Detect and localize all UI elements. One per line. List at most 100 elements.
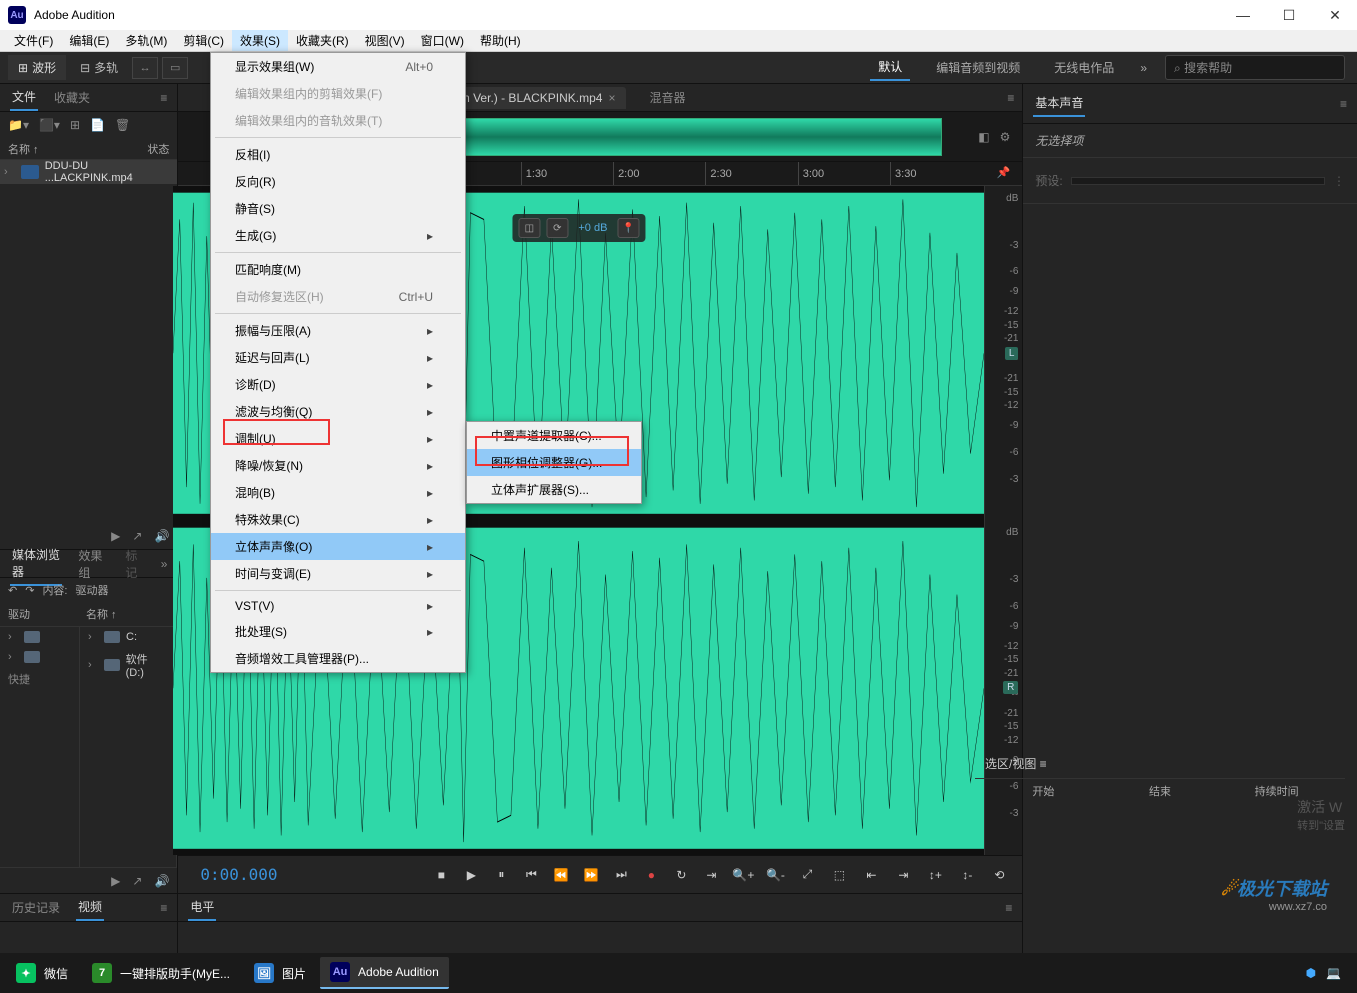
record-icon[interactable]: ⬛▾: [39, 118, 60, 132]
loop-button[interactable]: ↻: [670, 864, 692, 886]
hud-pitch-icon[interactable]: ⟳: [546, 218, 568, 238]
effects-menu-item[interactable]: VST(V)▸: [211, 594, 465, 618]
menu-view[interactable]: 视图(V): [357, 30, 413, 51]
sel-view-tab[interactable]: 选区/视图: [985, 757, 1036, 771]
timecode[interactable]: 0:00.000: [190, 865, 390, 884]
panel-menu-icon[interactable]: ≡: [160, 901, 167, 915]
menu-file[interactable]: 文件(F): [6, 30, 61, 51]
effects-menu-item[interactable]: 静音(S): [211, 195, 465, 222]
mb-up-icon[interactable]: ↶: [8, 584, 17, 597]
task-audition[interactable]: Au Adobe Audition: [320, 957, 449, 989]
marker-tab[interactable]: 标记: [123, 543, 146, 585]
drive-c-item[interactable]: ›C:: [80, 627, 176, 647]
task-wechat[interactable]: ✦ 微信: [6, 957, 78, 989]
menu-multitrack[interactable]: 多轨(M): [117, 30, 175, 51]
effects-menu-item[interactable]: 滤波与均衡(Q)▸: [211, 398, 465, 425]
pin-icon[interactable]: 📌: [997, 166, 1011, 179]
close-tab-icon[interactable]: ×: [608, 91, 615, 105]
mb-fwd-icon[interactable]: ↷: [25, 584, 34, 597]
file-row[interactable]: › DDU-DU ...LACKPINK.mp4: [0, 160, 177, 184]
panel-menu-icon[interactable]: ≡: [1340, 97, 1347, 111]
stereo-submenu-item[interactable]: 立体声扩展器(S)...: [467, 476, 641, 503]
col-name[interactable]: 名称 ↑: [8, 141, 147, 157]
mode-waveform[interactable]: ⊞ 波形: [8, 55, 66, 80]
skip-selection-button[interactable]: ⇥: [700, 864, 722, 886]
favorites-tab[interactable]: 收藏夹: [52, 85, 92, 110]
effects-menu-item[interactable]: 反向(R): [211, 168, 465, 195]
zoom-full-icon[interactable]: ⤢: [796, 864, 818, 886]
tray-cube-icon[interactable]: ⬢: [1306, 966, 1316, 980]
go-start-button[interactable]: ⏮: [520, 864, 542, 886]
effects-menu-item[interactable]: 批处理(S)▸: [211, 618, 465, 645]
workspace-default[interactable]: 默认: [870, 54, 910, 81]
workspace-radio[interactable]: 无线电作品: [1046, 55, 1122, 80]
play-button[interactable]: ▶: [460, 864, 482, 886]
zoom-amp-in-icon[interactable]: ↕+: [924, 864, 946, 886]
mode-multitrack[interactable]: ⊟ 多轨: [70, 55, 128, 80]
zoom-in-icon[interactable]: 🔍+: [732, 864, 754, 886]
autoplay-icon[interactable]: 🔊: [154, 529, 169, 543]
preset-menu-icon[interactable]: ⋮: [1333, 174, 1345, 188]
toolbar-icon-2[interactable]: ▭: [162, 57, 188, 79]
drive-item[interactable]: ›: [0, 627, 79, 647]
effects-menu-item[interactable]: 延迟与回声(L)▸: [211, 344, 465, 371]
zoom-out-time-icon[interactable]: ⇥: [892, 864, 914, 886]
effects-menu-item[interactable]: 匹配响度(M): [211, 256, 465, 283]
effects-menu-item[interactable]: 显示效果组(W)Alt+0: [211, 53, 465, 80]
close-button[interactable]: ✕: [1321, 7, 1349, 24]
panel-menu-icon[interactable]: ≡: [1007, 91, 1014, 105]
menu-clip[interactable]: 剪辑(C): [175, 30, 232, 51]
maximize-button[interactable]: ☐: [1275, 7, 1303, 24]
forward-button[interactable]: ⏩: [580, 864, 602, 886]
menu-effects[interactable]: 效果(S): [232, 30, 288, 51]
hud-pin-icon[interactable]: 📍: [617, 218, 639, 238]
media-browser-tab[interactable]: 媒体浏览器: [10, 542, 62, 586]
task-pictures[interactable]: 🖼 图片: [244, 957, 316, 989]
video-tab[interactable]: 视频: [76, 894, 104, 921]
effects-menu-item[interactable]: 振幅与压限(A)▸: [211, 317, 465, 344]
zoom-amp-out-icon[interactable]: ↕-: [956, 864, 978, 886]
autoplay-icon[interactable]: 🔊: [154, 874, 169, 888]
history-tab[interactable]: 历史记录: [10, 895, 62, 920]
panel-menu-icon[interactable]: »: [161, 557, 168, 571]
effects-menu-item[interactable]: 音频增效工具管理器(P)...: [211, 645, 465, 672]
go-end-button[interactable]: ⏭: [610, 864, 632, 886]
settings-icon[interactable]: ⚙: [1000, 130, 1011, 144]
effects-menu-item[interactable]: 生成(G)▸: [211, 222, 465, 249]
effects-menu-item[interactable]: 立体声声像(O)▸: [211, 533, 465, 560]
play-icon[interactable]: ▶: [111, 529, 120, 543]
effects-menu-item[interactable]: 诊断(D)▸: [211, 371, 465, 398]
essential-sound-tab[interactable]: 基本声音: [1033, 90, 1085, 117]
pause-button[interactable]: ⏸: [490, 864, 512, 886]
tray-monitor-icon[interactable]: 💻: [1326, 966, 1341, 980]
spectral-icon[interactable]: ◧: [978, 130, 989, 144]
effects-menu-item[interactable]: 混响(B)▸: [211, 479, 465, 506]
export-icon[interactable]: ↗: [132, 529, 142, 543]
panel-menu-icon[interactable]: ≡: [160, 91, 167, 105]
menu-help[interactable]: 帮助(H): [472, 30, 529, 51]
effects-menu-item[interactable]: 降噪/恢复(N)▸: [211, 452, 465, 479]
stop-button[interactable]: ■: [430, 864, 452, 886]
record-button[interactable]: ●: [640, 864, 662, 886]
open-file-icon[interactable]: 📁▾: [8, 118, 29, 132]
effects-menu-item[interactable]: 反相(I): [211, 141, 465, 168]
export-icon[interactable]: ↗: [132, 874, 142, 888]
panel-menu-icon[interactable]: ≡: [1005, 901, 1012, 915]
effects-group-tab[interactable]: 效果组: [76, 543, 109, 585]
zoom-reset-icon[interactable]: ⟲: [988, 864, 1010, 886]
trash-icon[interactable]: 🗑: [115, 118, 130, 132]
zoom-sel-icon[interactable]: ⬚: [828, 864, 850, 886]
stereo-submenu-item[interactable]: 中置声道提取器(C)...: [467, 422, 641, 449]
workspace-more-icon[interactable]: »: [1140, 61, 1147, 75]
stereo-submenu-item[interactable]: 图形相位调整器(G)...: [467, 449, 641, 476]
drive-d-item[interactable]: ›软件 (D:): [80, 647, 176, 683]
rewind-button[interactable]: ⏪: [550, 864, 572, 886]
toolbar-icon-1[interactable]: ↔: [132, 57, 158, 79]
drive-item[interactable]: ›: [0, 647, 79, 667]
col-status[interactable]: 状态: [147, 141, 169, 157]
files-tab[interactable]: 文件: [10, 84, 38, 111]
multitrack-new-icon[interactable]: ⊞: [70, 118, 80, 132]
task-typeset[interactable]: 7 一键排版助手(MyE...: [82, 957, 240, 989]
minimize-button[interactable]: —: [1229, 7, 1257, 23]
preset-select[interactable]: [1071, 177, 1325, 185]
